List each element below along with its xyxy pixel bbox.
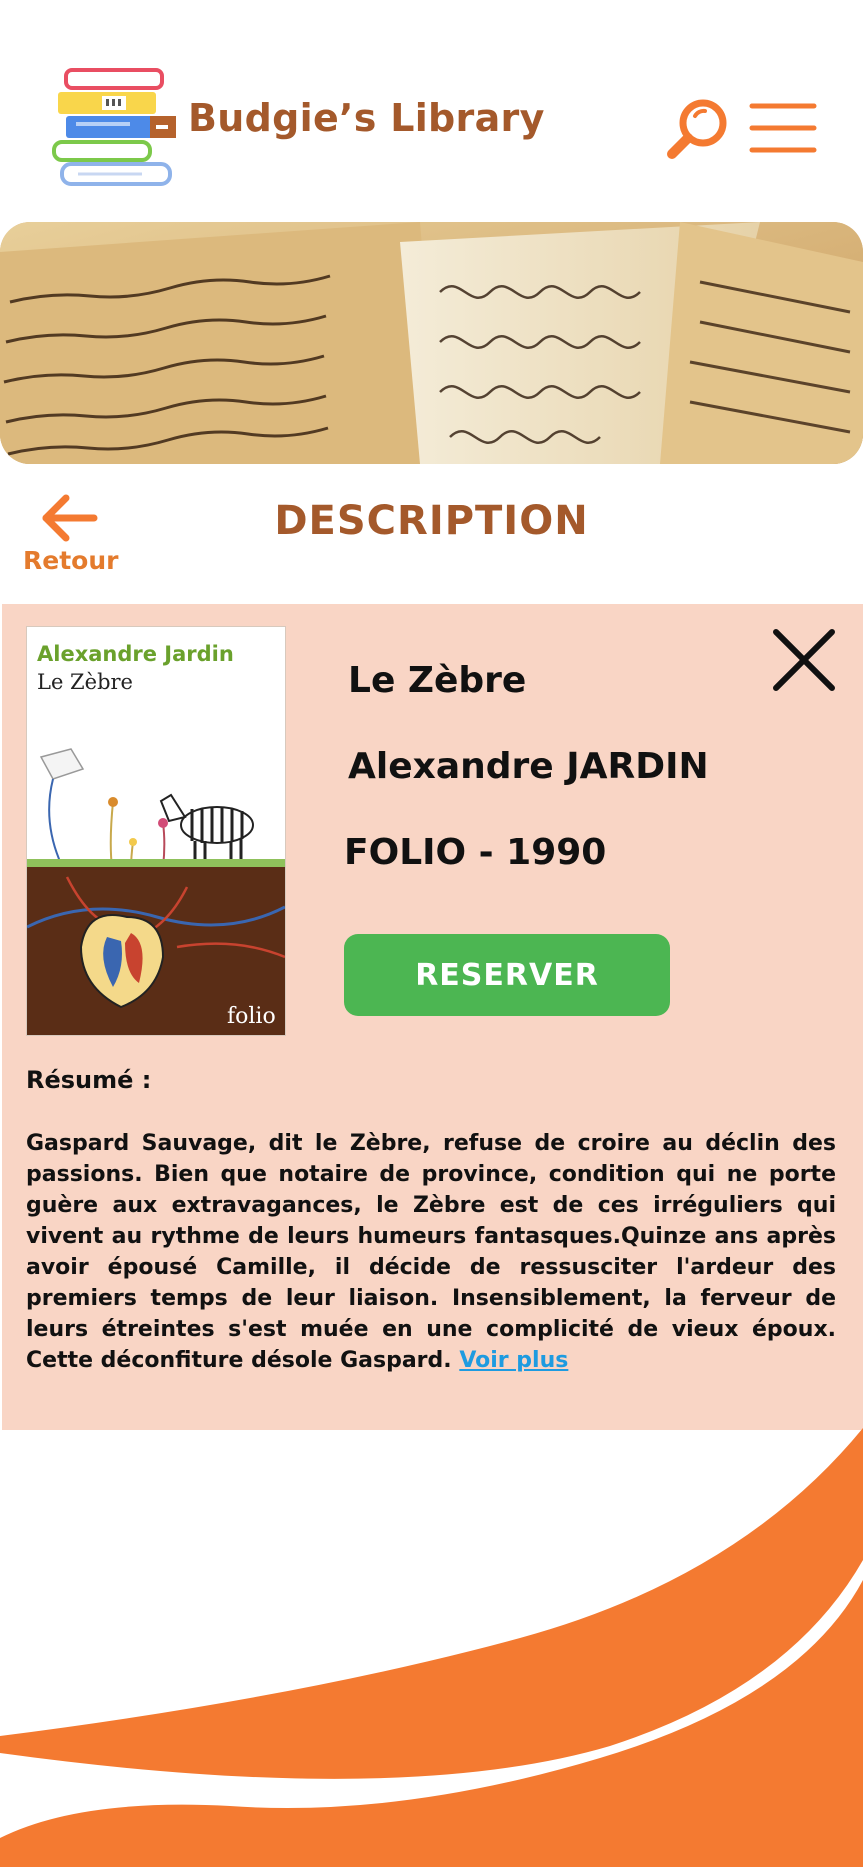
book-detail-card: Alexandre Jardin Le Zèbre folio Le Zèbre… bbox=[2, 604, 863, 1430]
cover-title-line: Le Zèbre bbox=[37, 670, 133, 694]
cover-imprint: folio bbox=[227, 1004, 276, 1029]
decorative-waves bbox=[0, 1428, 863, 1867]
summary-text: Gaspard Sauvage, dit le Zèbre, refuse de… bbox=[26, 1128, 836, 1376]
cover-author-line: Alexandre Jardin bbox=[37, 642, 234, 666]
book-cover-image: Alexandre Jardin Le Zèbre folio bbox=[26, 626, 286, 1036]
back-label: Retour bbox=[23, 546, 119, 575]
reserve-button[interactable]: RESERVER bbox=[344, 934, 670, 1016]
book-publisher-year: FOLIO - 1990 bbox=[344, 832, 607, 873]
app-header: Budgie’s Library bbox=[0, 0, 863, 210]
book-author: Alexandre JARDIN bbox=[348, 746, 709, 787]
app-title: Budgie’s Library bbox=[188, 96, 545, 140]
hamburger-menu-icon[interactable] bbox=[748, 100, 818, 156]
read-more-link[interactable]: Voir plus bbox=[459, 1348, 568, 1373]
books-stack-icon bbox=[52, 66, 176, 190]
summary-label: Résumé : bbox=[26, 1066, 152, 1094]
book-title: Le Zèbre bbox=[348, 660, 527, 701]
close-icon[interactable] bbox=[768, 624, 840, 696]
search-icon[interactable] bbox=[664, 96, 734, 166]
page-title: DESCRIPTION bbox=[274, 498, 589, 544]
summary-body: Gaspard Sauvage, dit le Zèbre, refuse de… bbox=[26, 1131, 836, 1373]
banner-image bbox=[0, 222, 863, 464]
